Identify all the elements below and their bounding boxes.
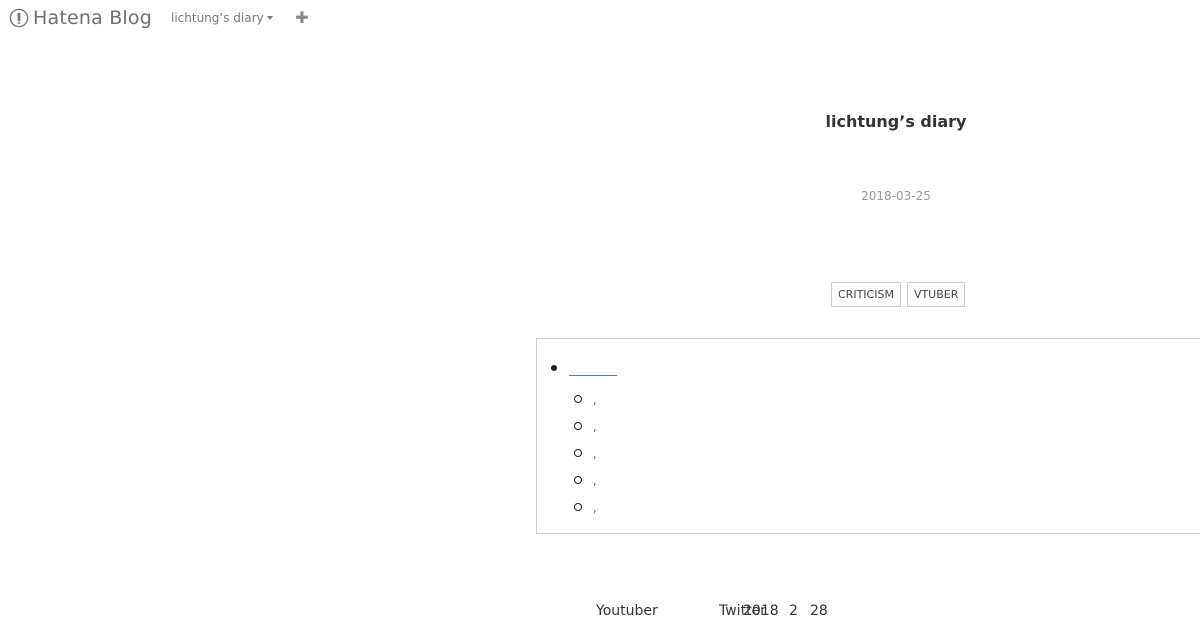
entry-tags: CRITICISM VTUBER xyxy=(831,282,966,307)
bullet-circle-icon xyxy=(574,395,582,403)
bullet-disc-icon xyxy=(551,365,557,371)
toc-subitem[interactable]: , xyxy=(574,471,597,489)
toc-item xyxy=(551,360,617,376)
entry-date: 2018-03-25 xyxy=(861,189,931,203)
brand-name: Hatena Blog xyxy=(33,7,152,29)
blog-title-link[interactable]: lichtung’s diary xyxy=(736,112,1056,131)
toc-subitem-text: , xyxy=(593,448,597,461)
body-text-youtuber: Youtuber xyxy=(596,603,658,619)
blog-switcher-label: lichtung’s diary xyxy=(171,11,264,25)
toc-subitem-text: , xyxy=(593,421,597,434)
bullet-circle-icon xyxy=(574,503,582,511)
add-entry-button[interactable]: ✚ xyxy=(294,8,310,28)
top-navbar: Hatena Blog lichtung’s diary ✚ xyxy=(0,0,1200,38)
table-of-contents: , , , , , xyxy=(536,338,1200,534)
plus-icon: ✚ xyxy=(295,8,309,27)
caret-down-icon xyxy=(266,16,273,20)
bullet-circle-icon xyxy=(574,476,582,484)
toc-subitem-text: , xyxy=(593,475,597,488)
toc-link[interactable] xyxy=(569,360,617,376)
body-text-year: 2018 xyxy=(743,603,779,619)
hatena-blog-logo[interactable]: Hatena Blog xyxy=(9,6,152,30)
hatena-logo-icon xyxy=(9,8,29,28)
toc-subitem[interactable]: , xyxy=(574,444,597,462)
toc-subitem[interactable]: , xyxy=(574,498,597,516)
bullet-circle-icon xyxy=(574,422,582,430)
body-text-month: 2 xyxy=(789,603,798,619)
bullet-circle-icon xyxy=(574,449,582,457)
body-text-day: 28 xyxy=(810,603,828,619)
toc-subitem[interactable]: , xyxy=(574,417,597,435)
tag-criticism[interactable]: CRITICISM xyxy=(831,282,901,307)
blog-switcher-dropdown[interactable]: lichtung’s diary xyxy=(171,11,273,25)
toc-subitem-text: , xyxy=(593,502,597,515)
toc-subitem-text: , xyxy=(593,394,597,407)
tag-vtuber[interactable]: VTUBER xyxy=(906,282,966,307)
toc-subitem[interactable]: , xyxy=(574,390,597,408)
